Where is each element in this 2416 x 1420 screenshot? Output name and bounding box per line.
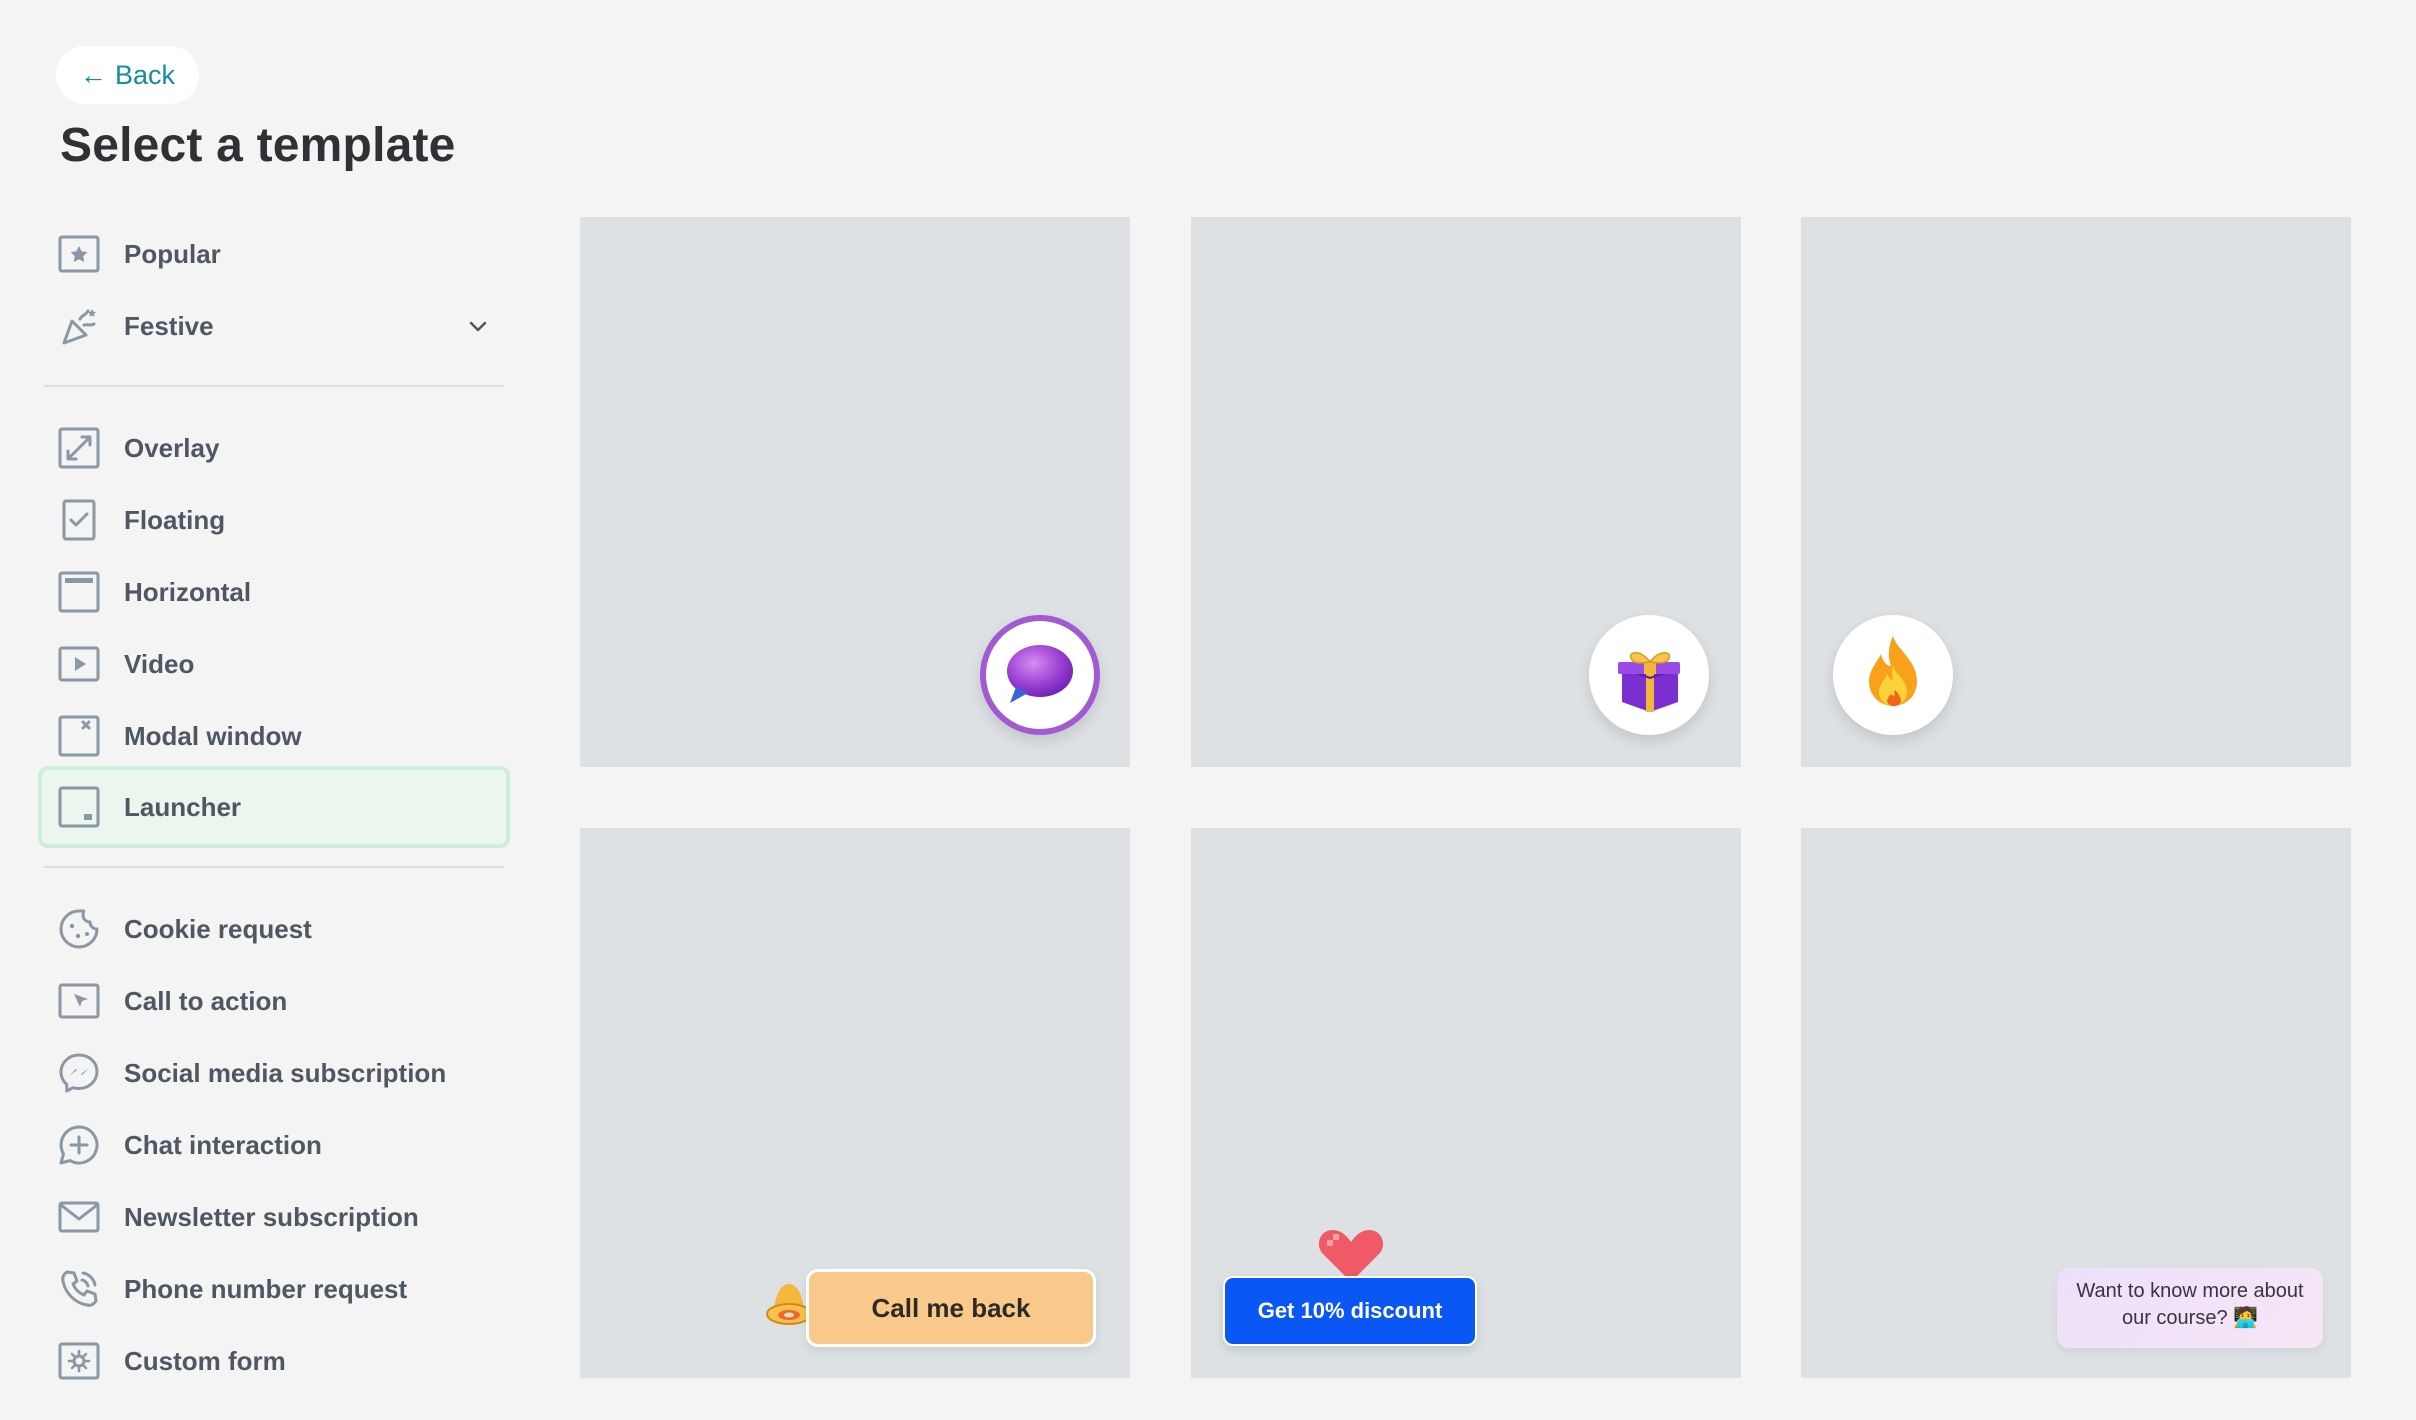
modal-close-icon <box>58 715 100 757</box>
template-card[interactable] <box>580 217 1130 767</box>
sidebar-item-modal-window[interactable]: Modal window <box>38 700 510 772</box>
sidebar-item-label: Custom form <box>124 1345 286 1376</box>
sidebar-item-video[interactable]: Video <box>38 628 510 700</box>
sidebar-item-custom-form[interactable]: Custom form <box>38 1325 510 1397</box>
launcher-bubble <box>980 615 1100 735</box>
sidebar-item-label: Call to action <box>124 985 288 1016</box>
sidebar-item-festive[interactable]: Festive <box>38 290 510 362</box>
gift-icon <box>1618 652 1680 712</box>
launcher-bubble <box>1589 615 1709 735</box>
sidebar-item-label: Cookie request <box>124 913 312 944</box>
sidebar-item-label: Video <box>124 648 195 679</box>
sidebar-item-launcher[interactable]: Launcher <box>38 766 510 848</box>
sidebar-divider <box>44 866 504 868</box>
expand-icon <box>58 427 100 469</box>
envelope-icon <box>58 1196 100 1238</box>
chevron-down-icon[interactable] <box>466 314 490 338</box>
call-me-back-button: Call me back <box>806 1269 1096 1347</box>
sidebar-item-label: Phone number request <box>124 1273 408 1304</box>
horizontal-bar-icon <box>58 571 100 613</box>
sidebar-item-horizontal[interactable]: Horizontal <box>38 556 510 628</box>
sidebar-item-label: Social media subscription <box>124 1057 447 1088</box>
sidebar-item-chat-interaction[interactable]: Chat interaction <box>38 1109 510 1181</box>
template-card[interactable] <box>1191 217 1741 767</box>
sidebar-item-overlay[interactable]: Overlay <box>38 412 510 484</box>
sidebar-item-popular[interactable]: Popular <box>38 218 510 290</box>
sidebar-item-label: Chat interaction <box>124 1129 322 1160</box>
course-message-bubble: Want to know more about our course? 🧑‍💻 <box>2057 1268 2323 1348</box>
template-category-sidebar: Popular Festive Overlay Floating Horizon… <box>38 0 510 1420</box>
sidebar-item-floating[interactable]: Floating <box>38 484 510 556</box>
launcher-bubble <box>1833 615 1953 735</box>
sidebar-item-label: Horizontal <box>124 576 252 607</box>
chat-plus-icon <box>58 1124 100 1166</box>
sidebar-item-newsletter-subscription[interactable]: Newsletter subscription <box>38 1181 510 1253</box>
gear-form-icon <box>58 1340 100 1382</box>
speech-bubble-icon <box>1007 645 1073 703</box>
checkbox-icon <box>58 499 100 541</box>
launcher-icon <box>58 786 100 828</box>
sidebar-item-label: Newsletter subscription <box>124 1201 419 1232</box>
phone-icon <box>58 1268 100 1310</box>
template-card[interactable]: Get 10% discount <box>1191 828 1741 1378</box>
template-card[interactable]: Call me back <box>580 828 1130 1378</box>
play-icon <box>58 643 100 685</box>
sidebar-item-social-media-subscription[interactable]: Social media subscription <box>38 1037 510 1109</box>
sidebar-item-label: Overlay <box>124 432 220 463</box>
sidebar-item-label: Popular <box>124 238 221 269</box>
template-card[interactable] <box>1801 217 2351 767</box>
star-icon <box>58 233 100 275</box>
cursor-click-icon <box>58 980 100 1022</box>
party-popper-icon <box>58 305 100 347</box>
sidebar-divider <box>44 385 504 387</box>
sidebar-item-label: Festive <box>124 310 214 341</box>
sidebar-item-call-to-action[interactable]: Call to action <box>38 965 510 1037</box>
cookie-icon <box>58 908 100 950</box>
flame-icon <box>1869 636 1917 707</box>
sidebar-item-label: Floating <box>124 504 226 535</box>
discount-button: Get 10% discount <box>1223 1276 1477 1346</box>
template-card[interactable]: Want to know more about our course? 🧑‍💻 <box>1801 828 2351 1378</box>
messenger-icon <box>58 1052 100 1094</box>
sidebar-item-label: Launcher <box>124 791 242 822</box>
sidebar-item-cookie-request[interactable]: Cookie request <box>38 893 510 965</box>
sidebar-item-label: Modal window <box>124 720 302 751</box>
sidebar-item-phone-number-request[interactable]: Phone number request <box>38 1253 510 1325</box>
